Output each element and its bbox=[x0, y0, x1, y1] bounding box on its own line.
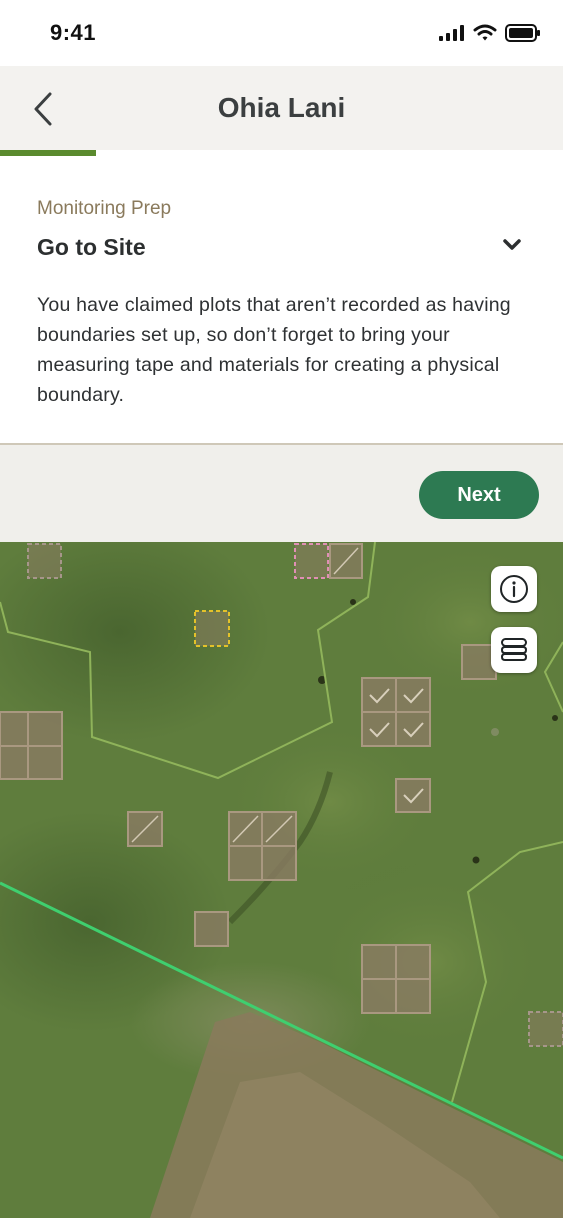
action-bar: Next bbox=[0, 443, 563, 544]
plot-planned[interactable] bbox=[528, 1011, 563, 1047]
layers-icon bbox=[500, 638, 528, 661]
header: Ohia Lani bbox=[0, 66, 563, 151]
step-description: You have claimed plots that aren’t recor… bbox=[37, 294, 511, 406]
plot-yellow-dashed[interactable] bbox=[194, 610, 230, 647]
map-layers-button[interactable] bbox=[491, 627, 537, 673]
plot-boundary-set[interactable] bbox=[329, 543, 363, 579]
map-info-button[interactable] bbox=[491, 566, 537, 612]
plot-planned[interactable] bbox=[27, 543, 62, 579]
status-time: 9:41 bbox=[50, 20, 97, 45]
status-icons bbox=[439, 24, 541, 42]
plot-boundary-set[interactable] bbox=[127, 811, 163, 847]
chevron-down-icon bbox=[503, 239, 521, 250]
step-content: Monitoring Prep Go to Site You have clai… bbox=[0, 156, 563, 443]
next-button[interactable]: Next bbox=[419, 471, 539, 519]
step-category: Monitoring Prep bbox=[37, 198, 172, 219]
battery-icon bbox=[505, 24, 540, 42]
map[interactable] bbox=[0, 542, 563, 1218]
plot-pink-dashed[interactable] bbox=[294, 543, 329, 579]
step-title: Go to Site bbox=[37, 234, 146, 260]
status-bar: 9:41 bbox=[0, 0, 563, 66]
plot-quad-partial[interactable] bbox=[228, 811, 297, 881]
signal-icon bbox=[439, 25, 464, 41]
plot-quad[interactable] bbox=[361, 944, 431, 1014]
page-title: Ohia Lani bbox=[217, 92, 346, 123]
plot-quad-checked[interactable] bbox=[361, 677, 431, 747]
plot-quad[interactable] bbox=[0, 711, 63, 780]
step-dropdown[interactable]: Go to Site bbox=[37, 234, 527, 264]
plot-small[interactable] bbox=[194, 911, 229, 947]
info-icon bbox=[500, 575, 528, 603]
plot-checked[interactable] bbox=[395, 778, 431, 813]
wifi-icon bbox=[473, 24, 497, 41]
satellite-map[interactable] bbox=[0, 542, 563, 1218]
